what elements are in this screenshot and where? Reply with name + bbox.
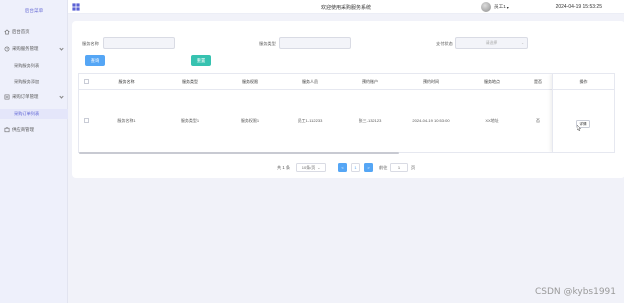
supplier-icon: [4, 127, 10, 133]
prev-page-button[interactable]: <: [338, 163, 347, 172]
user-menu[interactable]: 员工1 ▾: [481, 1, 509, 13]
sidebar-item-label: 后台首页: [12, 29, 30, 34]
sidebar-item-label: 供应商管理: [12, 127, 34, 132]
select-all-checkbox[interactable]: [79, 74, 93, 89]
goto-label: 前往: [379, 164, 388, 170]
page-number-1[interactable]: 1: [351, 163, 360, 172]
user-name: 员工1: [494, 4, 506, 9]
chevron-down-icon: ⌄: [317, 165, 321, 170]
col-service-permission[interactable]: 服务权限: [220, 74, 280, 89]
top-header: 欢迎使用采购服务系统 员工1 ▾ 2024-04-19 15:53:25: [68, 0, 624, 14]
chevron-down-icon: [59, 45, 64, 51]
sidebar: 后台菜单 后台首页 采购服务管理 采购服务列表 采购服务添加 采购订单管理 采购…: [0, 0, 68, 303]
col-booking-time[interactable]: 预约时间: [400, 74, 462, 89]
sidebar-sub-order-list[interactable]: 采购订单列表: [0, 109, 68, 119]
col-service-name[interactable]: 服务名称: [93, 74, 160, 89]
goto-page-input[interactable]: 1: [390, 163, 408, 172]
sidebar-item-home[interactable]: 后台首页: [0, 27, 68, 37]
watermark: CSDN @kybs1991: [534, 287, 616, 297]
cell-booking-time: 2024-04-19 10:53:00: [412, 118, 450, 123]
current-datetime: 2024-04-19 15:53:25: [555, 3, 602, 10]
col-paid[interactable]: 是否: [522, 74, 554, 89]
col-booking-account[interactable]: 预约账户: [340, 74, 400, 89]
sidebar-logo: 后台菜单: [24, 8, 44, 13]
col-service-type[interactable]: 服务类型: [160, 74, 220, 89]
cell-service-permission: 服务权限1: [240, 117, 260, 123]
sidebar-sub-service-add[interactable]: 采购服务添加: [0, 77, 68, 87]
service-type-input[interactable]: [279, 37, 351, 49]
cell-service-location: XX地址: [485, 117, 499, 123]
page-size-select[interactable]: 10条/页 ⌄: [296, 163, 326, 172]
pay-status-select[interactable]: 请选择 ⌄: [455, 37, 528, 49]
cell-booking-account: 张三-132123: [358, 117, 382, 123]
pagination-total: 共 1 条: [277, 164, 291, 170]
col-operation: 操作: [553, 74, 614, 90]
order-icon: [4, 94, 10, 100]
page-size-value: 10条/页: [301, 164, 316, 170]
table-horizontal-scrollbar[interactable]: [79, 152, 399, 154]
operation-column: 操作 详情: [552, 74, 614, 152]
col-service-staff[interactable]: 服务人员: [280, 74, 340, 89]
row-checkbox[interactable]: [79, 90, 93, 151]
chevron-down-icon: ⌄: [521, 41, 524, 45]
search-button[interactable]: 查询: [85, 55, 105, 66]
sidebar-item-supplier[interactable]: 供应商管理: [0, 125, 68, 135]
page-title: 欢迎使用采购服务系统: [320, 4, 371, 11]
avatar: [481, 2, 491, 12]
home-icon: [4, 29, 10, 35]
pay-status-placeholder: 请选择: [485, 40, 498, 45]
chevron-down-icon: ▾: [506, 4, 509, 10]
cell-service-type: 服务类型1: [180, 117, 200, 123]
sidebar-item-order-mgmt[interactable]: 采购订单管理: [0, 92, 68, 102]
sidebar-item-label: 采购订单管理: [12, 94, 39, 99]
next-page-button[interactable]: >: [364, 163, 373, 172]
table-header: 服务名称 服务类型 服务权限 服务人员 预约账户 预约时间 服务地点 是否: [79, 74, 614, 90]
cell-service-name: 服务名称1: [117, 117, 136, 123]
sidebar-sub-service-list[interactable]: 采购服务列表: [0, 61, 68, 71]
service-type-label: 服务类型: [259, 41, 276, 46]
pay-status-label: 支付状态: [436, 41, 453, 46]
sidebar-item-service-mgmt[interactable]: 采购服务管理: [0, 44, 68, 54]
shop-icon: [4, 46, 10, 52]
service-name-input[interactable]: [103, 37, 175, 49]
service-name-label: 服务名称: [82, 41, 99, 46]
col-service-location[interactable]: 服务地点: [462, 74, 522, 89]
chevron-down-icon: [59, 93, 64, 99]
cell-service-staff: 员工1-112233: [297, 117, 323, 123]
table-row[interactable]: 服务名称1 服务类型1 服务权限1 员工1-112233 张三-132123 2…: [79, 90, 614, 151]
cell-paid: 否: [536, 117, 540, 123]
orders-table: 服务名称 服务类型 服务权限 服务人员 预约账户 预约时间 服务地点 是否 服务…: [78, 73, 615, 153]
mouse-cursor-icon: [577, 125, 581, 131]
sidebar-item-label: 采购服务管理: [12, 46, 39, 51]
page-suffix: 页: [411, 164, 416, 170]
reset-button[interactable]: 重置: [191, 55, 211, 66]
